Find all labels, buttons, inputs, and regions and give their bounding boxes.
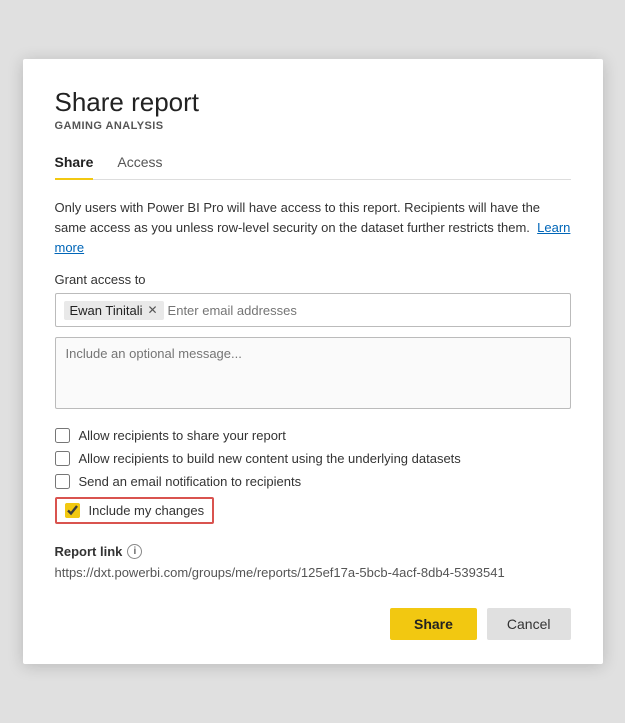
checkbox-allow-share[interactable] (55, 428, 70, 443)
footer-buttons: Share Cancel (55, 608, 571, 640)
checkbox-allow-build-label: Allow recipients to build new content us… (79, 451, 461, 466)
report-link-label: Report link i (55, 544, 571, 559)
info-icon[interactable]: i (127, 544, 142, 559)
checkbox-include-changes[interactable] (65, 503, 80, 518)
dialog-title: Share report (55, 87, 571, 118)
checkbox-send-email-label: Send an email notification to recipients (79, 474, 302, 489)
email-input-row[interactable]: Ewan Tinitali ✕ (55, 293, 571, 327)
checkbox-allow-share-label: Allow recipients to share your report (79, 428, 286, 443)
checkbox-send-email-row: Send an email notification to recipients (55, 474, 571, 489)
info-text: Only users with Power BI Pro will have a… (55, 198, 571, 258)
checkbox-include-changes-row: Include my changes (55, 497, 215, 524)
email-tag-close-icon[interactable]: ✕ (147, 304, 157, 316)
email-input[interactable] (168, 303, 562, 318)
email-tag-text: Ewan Tinitali (70, 303, 143, 318)
tab-access[interactable]: Access (117, 146, 162, 180)
checkbox-include-changes-label: Include my changes (89, 503, 205, 518)
checkbox-allow-build-row: Allow recipients to build new content us… (55, 451, 571, 466)
grant-access-label: Grant access to (55, 272, 571, 287)
tab-share[interactable]: Share (55, 146, 94, 180)
report-link-section: Report link i https://dxt.powerbi.com/gr… (55, 544, 571, 580)
share-report-dialog: Share report GAMING ANALYSIS Share Acces… (23, 59, 603, 665)
message-textarea[interactable] (55, 337, 571, 409)
cancel-button[interactable]: Cancel (487, 608, 571, 640)
checkbox-allow-share-row: Allow recipients to share your report (55, 428, 571, 443)
dialog-subtitle: GAMING ANALYSIS (55, 120, 571, 132)
tabs-row: Share Access (55, 146, 571, 180)
report-link-url: https://dxt.powerbi.com/groups/me/report… (55, 565, 571, 580)
checkbox-allow-build[interactable] (55, 451, 70, 466)
checkboxes-section: Allow recipients to share your report Al… (55, 428, 571, 524)
share-button[interactable]: Share (390, 608, 477, 640)
email-tag: Ewan Tinitali ✕ (64, 301, 164, 320)
checkbox-send-email[interactable] (55, 474, 70, 489)
